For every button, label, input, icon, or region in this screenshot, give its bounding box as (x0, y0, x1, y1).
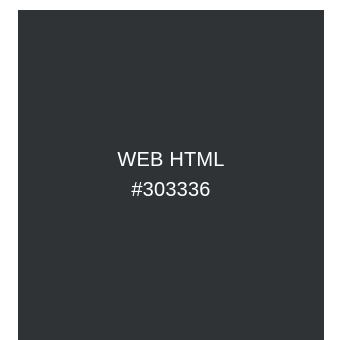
swatch-label: WEB HTML (117, 149, 225, 171)
swatch-hex-code: #303336 (131, 179, 211, 201)
color-swatch: WEB HTML #303336 (18, 10, 324, 340)
